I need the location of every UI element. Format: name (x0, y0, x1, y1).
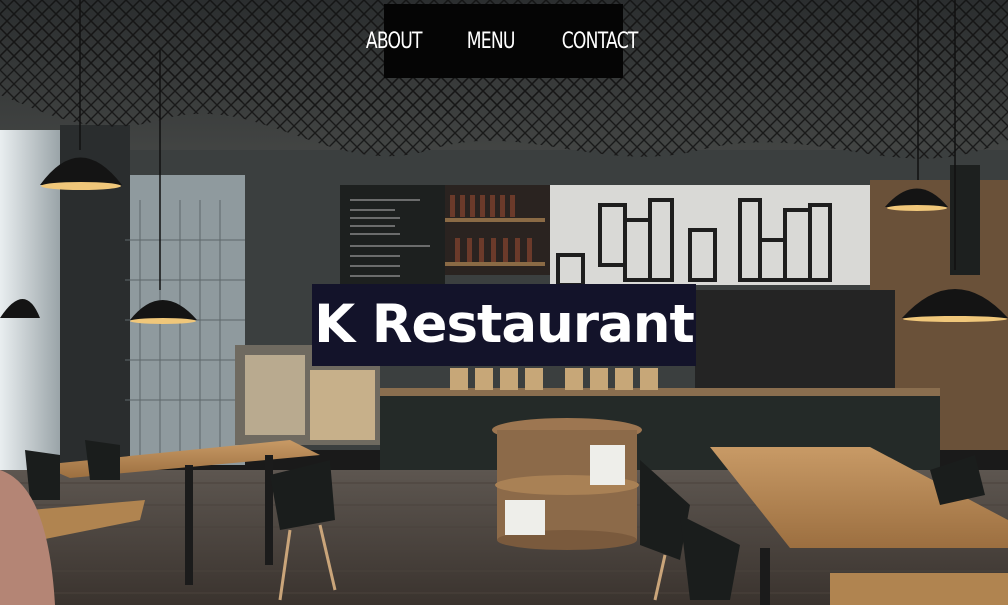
nav-link-about[interactable]: ABOUT (366, 29, 423, 54)
hero-title: K Restaurant (312, 284, 696, 366)
nav-link-contact[interactable]: CONTACT (562, 29, 639, 54)
page: ABOUT MENU CONTACT K Restaurant (0, 0, 1008, 605)
nav-link-menu[interactable]: MENU (467, 29, 516, 54)
top-nav: ABOUT MENU CONTACT (366, 4, 639, 78)
